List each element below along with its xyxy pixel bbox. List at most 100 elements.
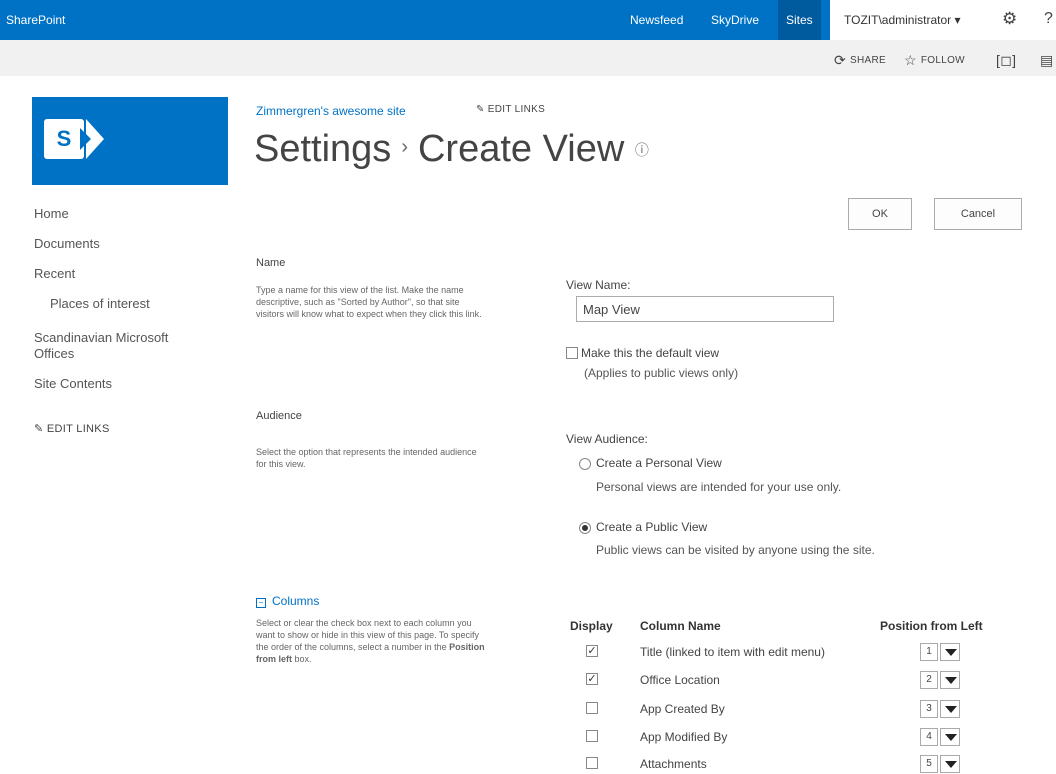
header-column-name: Column Name bbox=[640, 619, 721, 633]
personal-view-label: Create a Personal View bbox=[596, 456, 722, 470]
position-value: 5 bbox=[920, 755, 938, 773]
skydrive-link[interactable]: SkyDrive bbox=[711, 13, 759, 27]
ok-button[interactable]: OK bbox=[848, 198, 912, 230]
focus-glyph: [◻] bbox=[996, 52, 1017, 68]
position-value: 4 bbox=[920, 728, 938, 746]
columns-desc-2: want to show or hide in this view of thi… bbox=[256, 630, 479, 640]
audience-desc-2: for this view. bbox=[256, 459, 306, 469]
view-audience-label: View Audience: bbox=[566, 432, 648, 446]
edit-links-left-label: EDIT LINKS bbox=[46, 423, 110, 435]
share-label: SHARE bbox=[850, 55, 886, 66]
display-checkbox-title[interactable]: ✓ bbox=[586, 645, 598, 657]
chevron-down-icon[interactable] bbox=[940, 728, 960, 746]
public-view-sub: Public views can be visited by anyone us… bbox=[596, 543, 875, 557]
sharepoint-brand[interactable]: SharePoint bbox=[6, 13, 65, 27]
columns-desc-3-bold: Position bbox=[449, 642, 485, 652]
edit-links-top-label: EDIT LINKS bbox=[487, 104, 546, 115]
nav-home[interactable]: Home bbox=[34, 206, 69, 221]
nav-scandinavian-offices-line1[interactable]: Scandinavian Microsoft bbox=[34, 330, 168, 345]
pencil-icon: ✎ bbox=[476, 104, 488, 115]
position-value: 2 bbox=[920, 671, 938, 689]
nav-documents[interactable]: Documents bbox=[34, 236, 100, 251]
position-select-app-created-by[interactable]: 3 bbox=[920, 700, 960, 718]
chevron-down-icon[interactable] bbox=[940, 755, 960, 773]
help-icon[interactable]: ? bbox=[1044, 10, 1053, 28]
column-name-title: Title (linked to item with edit menu) bbox=[640, 645, 825, 659]
columns-desc-3-text: the order of the columns, select a numbe… bbox=[256, 642, 447, 652]
personal-view-sub: Personal views are intended for your use… bbox=[596, 480, 842, 494]
personal-view-radio[interactable] bbox=[579, 458, 591, 470]
page-icon[interactable]: ▤ bbox=[1040, 52, 1056, 69]
logo-arrow-inner bbox=[80, 128, 91, 150]
nav-recent[interactable]: Recent bbox=[34, 266, 75, 281]
column-name-office-location: Office Location bbox=[640, 673, 720, 687]
cancel-button[interactable]: Cancel bbox=[934, 198, 1022, 230]
position-select-app-modified-by[interactable]: 4 bbox=[920, 728, 960, 746]
user-area: TOZIT\administrator ▾ ⚙ ? bbox=[830, 0, 1056, 40]
columns-desc-4-bold: from left bbox=[256, 654, 292, 664]
title-create-view: Create View bbox=[417, 128, 625, 170]
display-checkbox-app-created-by[interactable] bbox=[586, 702, 598, 714]
sites-link[interactable]: Sites bbox=[778, 0, 821, 40]
title-settings[interactable]: Settings bbox=[254, 128, 391, 170]
ribbon-bar: ⟳ SHARE ☆ FOLLOW [◻] ▤ bbox=[0, 40, 1056, 76]
site-link[interactable]: Zimmergren's awesome site bbox=[256, 104, 406, 118]
name-desc-3: visitors will know what to expect when t… bbox=[256, 309, 482, 319]
view-name-input[interactable] bbox=[576, 296, 834, 322]
star-icon: ☆ bbox=[904, 52, 917, 68]
position-value: 1 bbox=[920, 643, 938, 661]
user-menu[interactable]: TOZIT\administrator ▾ bbox=[844, 13, 961, 27]
gear-icon[interactable]: ⚙ bbox=[1002, 9, 1017, 29]
edit-links-left[interactable]: ✎ EDIT LINKS bbox=[34, 422, 110, 435]
info-icon[interactable]: ⓘ bbox=[635, 142, 649, 158]
display-checkbox-attachments[interactable] bbox=[586, 757, 598, 769]
columns-section-toggle[interactable]: − Columns bbox=[256, 594, 319, 608]
default-view-sub: (Applies to public views only) bbox=[584, 366, 739, 380]
title-separator: › bbox=[401, 136, 408, 158]
columns-desc-3: the order of the columns, select a numbe… bbox=[256, 641, 548, 653]
view-name-label: View Name: bbox=[566, 278, 631, 292]
default-view-checkbox[interactable] bbox=[566, 347, 578, 359]
column-name-app-created-by: App Created By bbox=[640, 702, 725, 716]
position-select-attachments[interactable]: 5 bbox=[920, 755, 960, 773]
position-select-title[interactable]: 1 bbox=[920, 643, 960, 661]
header-position: Position from Left bbox=[880, 619, 983, 633]
page-title: Settings › Create View ⓘ bbox=[254, 128, 649, 171]
nav-site-contents[interactable]: Site Contents bbox=[34, 376, 112, 391]
audience-desc-1: Select the option that represents the in… bbox=[256, 447, 477, 457]
chevron-down-icon[interactable] bbox=[940, 700, 960, 718]
display-checkbox-app-modified-by[interactable] bbox=[586, 730, 598, 742]
columns-desc-1: Select or clear the check box next to ea… bbox=[256, 618, 472, 628]
name-section-title: Name bbox=[256, 257, 286, 269]
columns-desc-4: from left box. bbox=[256, 653, 548, 665]
nav-places-of-interest[interactable]: Places of interest bbox=[50, 296, 150, 311]
newsfeed-link[interactable]: Newsfeed bbox=[630, 13, 683, 27]
page-glyph: ▤ bbox=[1040, 52, 1054, 68]
suite-bar: SharePoint Newsfeed SkyDrive Sites TOZIT… bbox=[0, 0, 1056, 40]
collapse-icon: − bbox=[256, 598, 266, 608]
column-name-app-modified-by: App Modified By bbox=[640, 730, 728, 744]
public-view-radio[interactable] bbox=[579, 522, 591, 534]
follow-label: FOLLOW bbox=[920, 55, 965, 66]
chevron-down-icon[interactable] bbox=[940, 671, 960, 689]
public-view-label: Create a Public View bbox=[596, 520, 708, 534]
site-logo[interactable]: S bbox=[32, 97, 228, 185]
edit-links-top[interactable]: ✎ EDIT LINKS bbox=[476, 104, 545, 115]
focus-icon[interactable]: [◻] bbox=[996, 52, 1020, 69]
pencil-icon: ✎ bbox=[34, 423, 47, 435]
display-checkbox-office-location[interactable]: ✓ bbox=[586, 673, 598, 685]
default-view-label: Make this the default view bbox=[581, 346, 720, 360]
chevron-down-icon[interactable] bbox=[940, 643, 960, 661]
follow-button[interactable]: ☆ FOLLOW bbox=[904, 52, 965, 69]
position-select-office-location[interactable]: 2 bbox=[920, 671, 960, 689]
share-button[interactable]: ⟳ SHARE bbox=[834, 52, 886, 69]
position-value: 3 bbox=[920, 700, 938, 718]
columns-desc-4-text: box. bbox=[294, 654, 312, 664]
columns-section-title: Columns bbox=[272, 594, 320, 608]
audience-section-title: Audience bbox=[256, 410, 302, 422]
nav-scandinavian-offices-line2[interactable]: Offices bbox=[34, 346, 74, 361]
name-desc-1: Type a name for this view of the list. M… bbox=[256, 285, 464, 295]
share-icon: ⟳ bbox=[834, 52, 847, 68]
column-name-attachments: Attachments bbox=[640, 757, 707, 771]
sharepoint-logo-icon: S bbox=[44, 119, 84, 159]
